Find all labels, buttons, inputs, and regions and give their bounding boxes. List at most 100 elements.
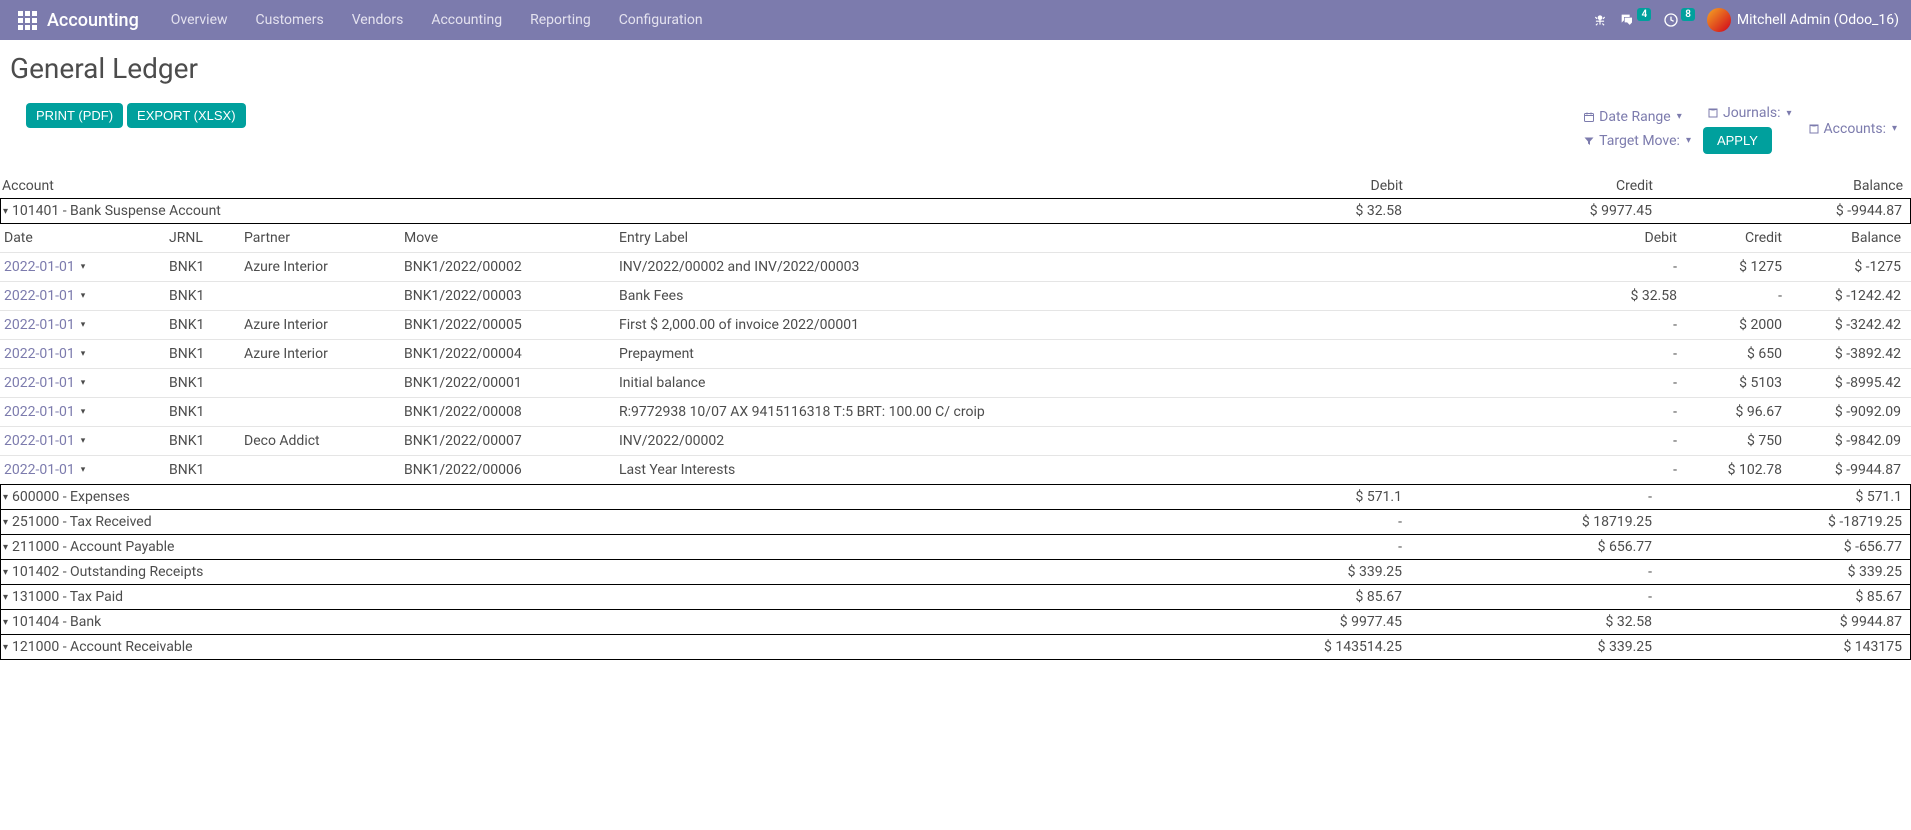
entry-date-link[interactable]: 2022-01-01 (4, 346, 75, 362)
account-credit: - (1408, 589, 1658, 605)
caret-down-icon[interactable]: ▾ (81, 465, 86, 475)
caret-down-icon[interactable]: ▾ (81, 349, 86, 359)
nav-item-customers[interactable]: Customers (242, 0, 338, 40)
entry-date-link[interactable]: 2022-01-01 (4, 404, 75, 420)
account-row[interactable]: ▾ 101401 - Bank Suspense Account $ 32.58… (0, 198, 1911, 224)
entry-date-link[interactable]: 2022-01-01 (4, 433, 75, 449)
caret-down-icon[interactable]: ▾ (81, 378, 86, 388)
caret-down-icon[interactable]: ▾ (81, 262, 86, 272)
account-debit: - (1158, 514, 1408, 530)
filter-target-move[interactable]: Target Move: ▾ (1579, 131, 1695, 151)
entry-jrnl: BNK1 (169, 288, 244, 304)
entry-debit: - (1557, 462, 1677, 478)
hdr-balance: Balance (1659, 178, 1909, 194)
entry-jrnl: BNK1 (169, 375, 244, 391)
entry-label: Initial balance (619, 375, 1557, 391)
nav-item-overview[interactable]: Overview (157, 0, 242, 40)
print-pdf-button[interactable]: PRINT (PDF) (26, 103, 123, 128)
account-debit: $ 9977.45 (1158, 614, 1408, 630)
cp-filters: Date Range ▾ Target Move: ▾ Journals: ▾ … (1579, 103, 1901, 154)
entry-credit: $ 750 (1677, 433, 1782, 449)
account-row[interactable]: ▾ 131000 - Tax Paid $ 85.67 - $ 85.67 (0, 585, 1911, 610)
entry-credit: $ 96.67 (1677, 404, 1782, 420)
dhdr-label: Entry Label (619, 230, 1557, 246)
entry-label: Prepayment (619, 346, 1557, 362)
filter-date-range[interactable]: Date Range ▾ (1579, 107, 1695, 127)
apply-button[interactable]: APPLY (1703, 127, 1772, 154)
entry-date-link[interactable]: 2022-01-01 (4, 259, 75, 275)
account-row[interactable]: ▾ 101402 - Outstanding Receipts $ 339.25… (0, 560, 1911, 585)
account-balance: $ 571.1 (1658, 489, 1908, 505)
caret-down-icon[interactable]: ▾ (81, 320, 86, 330)
entry-debit: - (1557, 259, 1677, 275)
entry-debit: - (1557, 375, 1677, 391)
account-credit: $ 656.77 (1408, 539, 1658, 555)
messages-icon[interactable]: 4 (1619, 12, 1651, 28)
account-debit: - (1158, 539, 1408, 555)
entry-partner: Azure Interior (244, 259, 404, 275)
navbar: Accounting Overview Customers Vendors Ac… (0, 0, 1911, 40)
entry-credit: $ 102.78 (1677, 462, 1782, 478)
entry-jrnl: BNK1 (169, 462, 244, 478)
entry-date-link[interactable]: 2022-01-01 (4, 375, 75, 391)
entry-debit: - (1557, 346, 1677, 362)
dhdr-date: Date (4, 230, 169, 246)
export-xlsx-button[interactable]: EXPORT (XLSX) (127, 103, 246, 128)
detail-row: 2022-01-01 ▾ BNK1 Deco Addict BNK1/2022/… (0, 426, 1911, 455)
entry-move: BNK1/2022/00003 (404, 288, 619, 304)
nav-item-vendors[interactable]: Vendors (338, 0, 418, 40)
calendar-icon (1583, 111, 1595, 123)
entry-debit: - (1557, 404, 1677, 420)
account-name: 101401 - Bank Suspense Account (12, 203, 221, 219)
ledger-header: Account Debit Credit Balance (0, 174, 1911, 198)
filter-icon (1583, 135, 1595, 147)
nav-item-configuration[interactable]: Configuration (605, 0, 717, 40)
nav-item-reporting[interactable]: Reporting (516, 0, 605, 40)
entry-jrnl: BNK1 (169, 404, 244, 420)
account-balance: $ 339.25 (1658, 564, 1908, 580)
nav-right: 4 8 Mitchell Admin (Odoo_16) (1593, 8, 1903, 32)
caret-down-icon[interactable]: ▾ (81, 291, 86, 301)
caret-down-icon: ▾ (1787, 108, 1792, 119)
hdr-debit: Debit (1159, 178, 1409, 194)
dhdr-debit: Debit (1557, 230, 1677, 246)
entry-date-link[interactable]: 2022-01-01 (4, 317, 75, 333)
caret-down-icon[interactable]: ▾ (81, 436, 86, 446)
entry-balance: $ -1275 (1782, 259, 1907, 275)
filter-date-range-label: Date Range (1599, 109, 1671, 125)
entry-move: BNK1/2022/00001 (404, 375, 619, 391)
caret-down-icon: ▾ (1677, 111, 1682, 122)
apps-icon[interactable] (18, 11, 37, 30)
account-credit: $ 32.58 (1408, 614, 1658, 630)
detail-row: 2022-01-01 ▾ BNK1 Azure Interior BNK1/20… (0, 310, 1911, 339)
user-menu[interactable]: Mitchell Admin (Odoo_16) (1707, 8, 1899, 32)
entry-label: INV/2022/00002 (619, 433, 1557, 449)
app-name[interactable]: Accounting (47, 10, 139, 31)
entry-move: BNK1/2022/00006 (404, 462, 619, 478)
account-row[interactable]: ▾ 101404 - Bank $ 9977.45 $ 32.58 $ 9944… (0, 610, 1911, 635)
caret-down-icon: ▾ (3, 542, 8, 553)
nav-item-accounting[interactable]: Accounting (417, 0, 516, 40)
entry-credit: $ 2000 (1677, 317, 1782, 333)
dhdr-move: Move (404, 230, 619, 246)
account-row[interactable]: ▾ 251000 - Tax Received - $ 18719.25 $ -… (0, 510, 1911, 535)
entry-date-link[interactable]: 2022-01-01 (4, 288, 75, 304)
entry-date-link[interactable]: 2022-01-01 (4, 462, 75, 478)
entry-jrnl: BNK1 (169, 346, 244, 362)
account-name: 251000 - Tax Received (12, 514, 152, 530)
account-row[interactable]: ▾ 121000 - Account Receivable $ 143514.2… (0, 635, 1911, 660)
page-title: General Ledger (10, 52, 1901, 85)
account-debit: $ 85.67 (1158, 589, 1408, 605)
entry-balance: $ -9842.09 (1782, 433, 1907, 449)
caret-down-icon: ▾ (3, 492, 8, 503)
account-row[interactable]: ▾ 600000 - Expenses $ 571.1 - $ 571.1 (0, 484, 1911, 510)
activities-icon[interactable]: 8 (1663, 12, 1695, 28)
filter-accounts[interactable]: Accounts: ▾ (1804, 119, 1901, 139)
caret-down-icon[interactable]: ▾ (81, 407, 86, 417)
entry-partner: Azure Interior (244, 346, 404, 362)
cp-row: PRINT (PDF) EXPORT (XLSX) Date Range ▾ T… (10, 103, 1901, 154)
account-row[interactable]: ▾ 211000 - Account Payable - $ 656.77 $ … (0, 535, 1911, 560)
account-balance: $ -656.77 (1658, 539, 1908, 555)
filter-journals[interactable]: Journals: ▾ (1703, 103, 1796, 123)
debug-icon[interactable] (1593, 13, 1607, 27)
